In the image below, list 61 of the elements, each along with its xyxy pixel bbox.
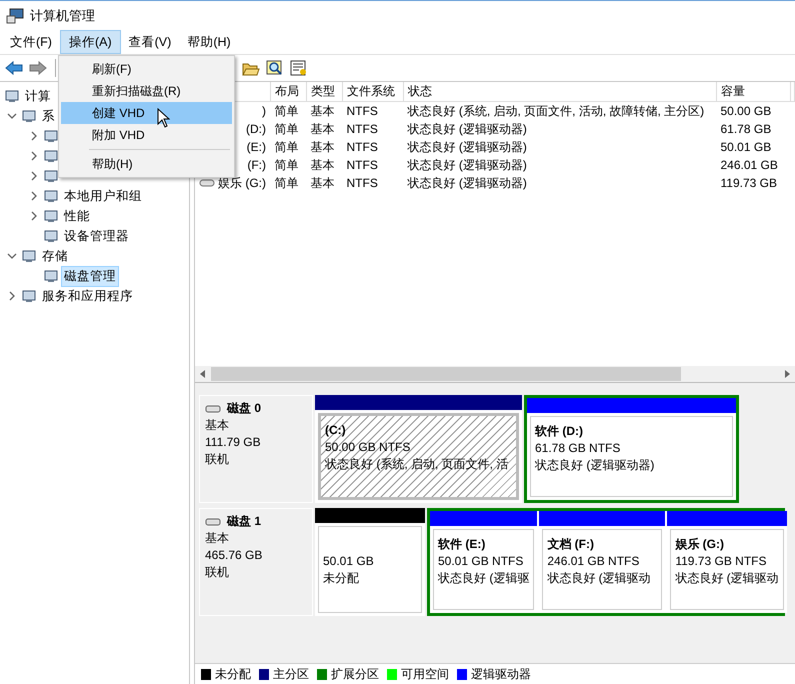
partition-name: 软件 (D:) [535, 423, 584, 440]
table-cell-text: NTFS [346, 121, 379, 138]
volume-name: (D:) [246, 122, 266, 136]
disk-name: 磁盘 0 [227, 400, 262, 417]
table-cell-text: 50.01 GB [720, 139, 772, 156]
table-cell-text: 简单 [274, 138, 300, 156]
legend-label: 逻辑驱动器 [471, 666, 531, 682]
partition-size: 50.01 GB NTFS [438, 553, 524, 570]
partition-status: 状态良好 (逻辑驱动 [675, 570, 779, 587]
legend-label: 可用空间 [401, 666, 449, 682]
partition-size: 61.78 GB NTFS [535, 440, 622, 457]
window-title: 计算机管理 [30, 6, 95, 24]
partition-size: 246.01 GB NTFS [547, 553, 640, 570]
disk-name: 磁盘 1 [227, 513, 262, 530]
table-cell: 50.00 GB [716, 102, 790, 120]
table-cell-text: 状态良好 (逻辑驱动器) [406, 138, 528, 156]
partition-size: 50.00 GB NTFS [325, 439, 412, 456]
partition-name: 软件 (E:) [438, 536, 486, 553]
table-cell-text: NTFS [346, 139, 379, 156]
table-cell: 简单 [270, 102, 306, 120]
partition-name: 娱乐 (G:) [675, 536, 725, 553]
disk-size: 465.76 GB [205, 547, 264, 564]
table-cell-text: 61.78 GB [720, 121, 772, 138]
partition-name: 文档 (F:) [547, 536, 595, 553]
partition-size: 50.01 GB [323, 552, 375, 570]
table-cell-text: 状态良好 (逻辑驱动器) [406, 120, 528, 138]
table-cell-text: 状态良好 (逻辑驱动器) [406, 174, 528, 192]
partition-name: (C:) [325, 422, 347, 439]
partition-size: 119.73 GB NTFS [675, 553, 768, 570]
table-cell-text: 基本 [310, 120, 336, 138]
disk-type: 基本 [205, 530, 230, 547]
disk-status: 联机 [205, 451, 230, 468]
table-cell-text: 基本 [310, 174, 336, 192]
table-cell-text: 246.01 GB [720, 157, 779, 174]
legend-label: 扩展分区 [331, 666, 379, 682]
table-cell-text: 简单 [274, 156, 300, 174]
volume-name: (E:) [246, 140, 266, 154]
table-cell-text: 状态良好 (逻辑驱动器) [406, 156, 528, 174]
disk-status: 联机 [205, 564, 230, 581]
table-cell: NTFS [342, 102, 404, 120]
volume-name: 娱乐 (G:) [218, 174, 266, 192]
partition-status: 未分配 [323, 570, 360, 586]
table-cell: 基本 [306, 102, 342, 120]
table-cell-text: 基本 [310, 138, 336, 156]
partition-status: 状态良好 (逻辑驱 [438, 570, 530, 587]
table-cell-text: 简单 [274, 120, 300, 138]
table-cell-text: 简单 [274, 174, 300, 192]
partition-status: 状态良好 (逻辑驱动 [547, 570, 652, 587]
table-cell-text: 基本 [310, 156, 336, 174]
legend-label: 未分配 [215, 666, 251, 682]
table-cell-text: NTFS [346, 175, 379, 192]
volume-name: ) [262, 104, 266, 118]
disk-type: 基本 [205, 417, 230, 434]
partition-status: 状态良好 (逻辑驱动器) [535, 457, 656, 474]
disk-size: 111.79 GB [205, 434, 262, 451]
table-cell-text: NTFS [346, 157, 379, 174]
table-cell: 状态良好 (系统, 启动, 页面文件, 活动, 故障转储, 主分区) [404, 102, 716, 120]
table-cell-text: 119.73 GB [720, 175, 778, 192]
legend-label: 主分区 [273, 666, 309, 682]
partition-status: 状态良好 (系统, 启动, 页面文件, 活 [325, 456, 510, 473]
volume-name: (F:) [247, 158, 266, 172]
